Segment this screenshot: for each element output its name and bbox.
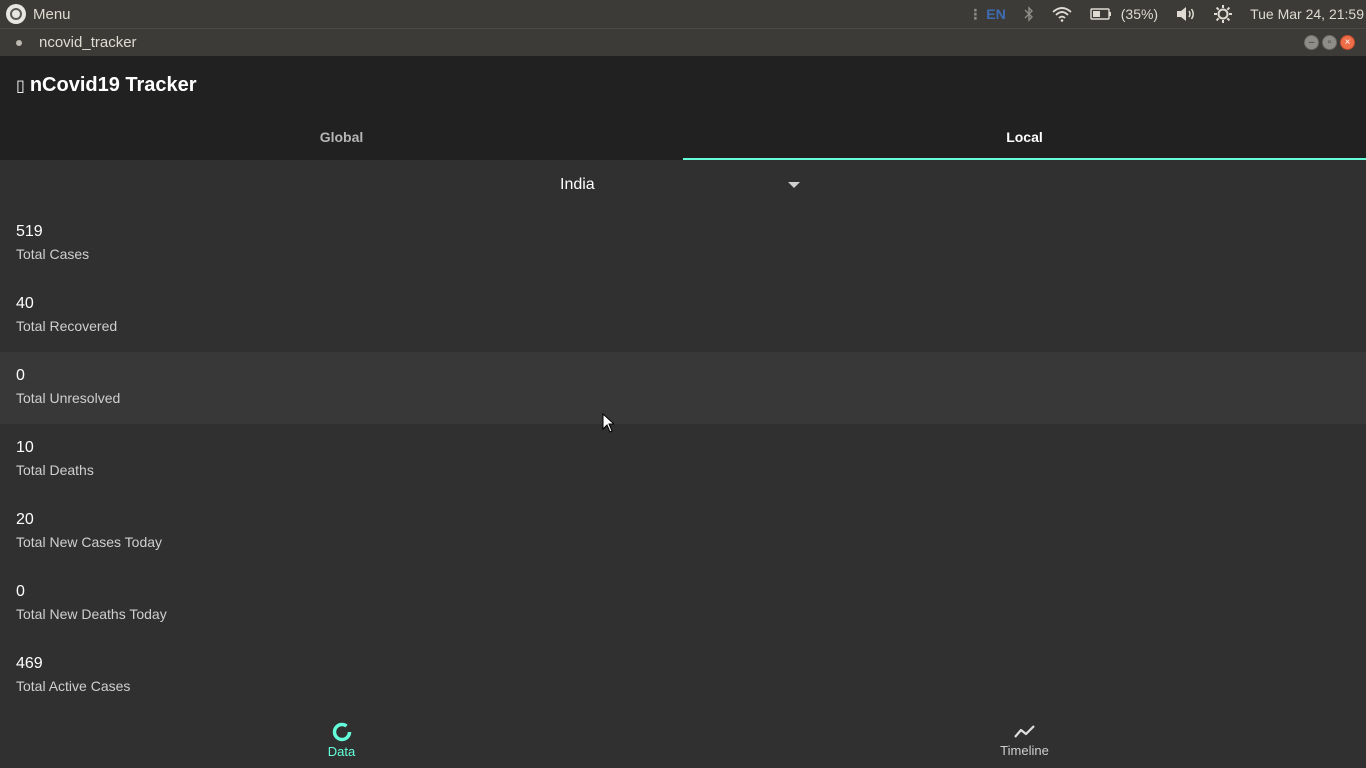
stat-new-deaths-today[interactable]: 0 Total New Deaths Today [0,568,1366,640]
grip-icon: ⋮ [968,5,983,22]
battery-percentage: (35%) [1120,6,1159,22]
close-button[interactable]: × [1340,35,1355,50]
bottom-navigation: Data Timeline [0,712,1366,768]
tab-bar: Global Local [0,114,1366,160]
clock-datetime[interactable]: Tue Mar 24, 21:59 [1241,0,1366,28]
nav-data[interactable]: Data [0,712,683,768]
minimize-button[interactable]: – [1304,35,1319,50]
app-title: nCovid19 Tracker [29,74,197,96]
bluetooth-icon[interactable] [1015,0,1043,28]
settings-gear-icon[interactable] [1205,0,1241,28]
dropdown-arrow-icon [788,182,800,188]
app-title-container: ▯ nCovid19 Tracker [16,74,197,97]
battery-icon[interactable] [1081,0,1121,28]
missing-glyph-icon: ▯ [16,76,25,95]
wifi-icon[interactable] [1043,0,1081,28]
stat-label: Total Deaths [16,462,94,478]
stat-value: 519 [16,223,43,240]
country-dropdown[interactable]: India [560,174,800,196]
stat-total-unresolved[interactable]: 0 Total Unresolved [0,352,1366,424]
stat-label: Total Recovered [16,318,118,334]
app-bar: ▯ nCovid19 Tracker Global Local [0,56,1366,160]
stat-value: 40 [16,295,34,312]
stat-value: 469 [16,655,43,672]
stat-total-recovered[interactable]: 40 Total Recovered [0,280,1366,352]
stat-total-cases[interactable]: 519 Total Cases [0,208,1366,280]
line-chart-icon [1013,725,1035,738]
window-dot-icon [16,39,22,46]
stat-label: Total Unresolved [16,390,121,406]
stat-value: 0 [16,583,25,600]
stat-value: 10 [16,439,34,456]
stat-new-cases-today[interactable]: 20 Total New Cases Today [0,496,1366,568]
keyboard-layout-indicator[interactable]: ⋮ EN [959,0,1014,28]
system-top-panel: Menu ⋮ EN (35%) Tue Mar 24, 21:59 [0,0,1366,28]
mouse-pointer-icon [602,413,614,433]
window-title: ncovid_tracker [39,34,137,51]
stat-total-deaths[interactable]: 10 Total Deaths [0,424,1366,496]
tab-local[interactable]: Local [683,114,1366,160]
tab-global[interactable]: Global [0,114,683,160]
nav-data-label: Data [327,744,356,759]
local-content: India 519 Total Cases 40 Total Recovered… [0,160,1366,712]
volume-icon[interactable] [1167,0,1205,28]
window-title-bar[interactable]: ncovid_tracker – ▫ × [0,28,1366,56]
stat-value: 20 [16,511,34,528]
stat-label: Total New Cases Today [16,534,163,550]
country-selected: India [560,176,595,193]
stat-value: 0 [16,367,25,384]
stat-label: Total Cases [16,246,90,262]
nav-timeline-label: Timeline [1000,743,1049,758]
stat-active-cases[interactable]: 469 Total Active Cases [0,640,1366,712]
system-menu-button[interactable]: Menu [6,4,71,24]
stat-label: Total New Deaths Today [16,606,167,622]
nav-timeline[interactable]: Timeline [683,712,1366,768]
stat-label: Total Active Cases [16,678,131,694]
ubuntu-logo-icon [6,4,26,24]
system-menu-label: Menu [33,5,71,23]
maximize-button[interactable]: ▫ [1322,35,1337,50]
donut-chart-icon [332,722,351,742]
